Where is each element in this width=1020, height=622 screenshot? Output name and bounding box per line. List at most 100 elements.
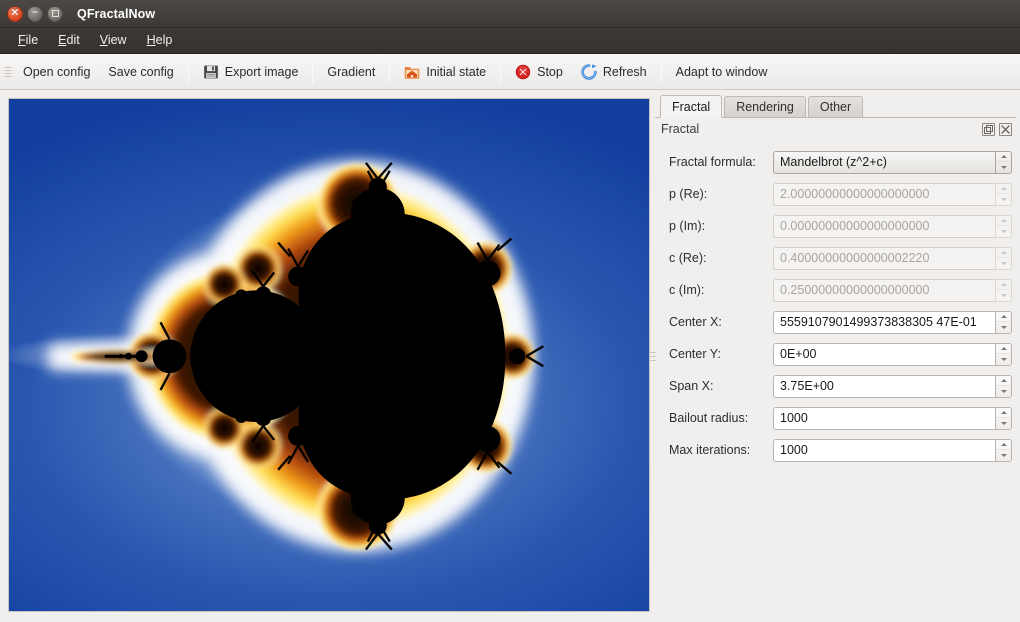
c-im-spinner	[995, 279, 1012, 302]
row-p-im: p (Im): 0.00000000000000000000	[669, 210, 1012, 242]
toolbar-separator-1	[188, 61, 189, 83]
toolbar-drag-handle[interactable]	[3, 61, 12, 83]
max-iterations-input[interactable]: 1000	[773, 439, 995, 462]
refresh-label: Refresh	[603, 65, 647, 79]
control-span-x: 3.75E+00	[773, 375, 1012, 398]
menu-file-rest: ile	[26, 33, 39, 47]
label-fractal-formula: Fractal formula:	[669, 155, 773, 169]
export-image-label: Export image	[225, 65, 299, 79]
minimize-icon: −	[32, 8, 38, 18]
bailout-radius-input[interactable]: 1000	[773, 407, 995, 430]
adapt-to-window-button[interactable]: Adapt to window	[667, 58, 777, 86]
toolbar-separator-3	[389, 61, 390, 83]
menu-edit[interactable]: Edit	[48, 30, 90, 51]
dock-title: Fractal	[661, 122, 978, 136]
dock-float-button[interactable]	[982, 123, 995, 136]
row-bailout-radius: Bailout radius: 1000	[669, 402, 1012, 434]
stop-circle-icon	[515, 64, 531, 80]
label-c-re: c (Re):	[669, 251, 773, 265]
control-bailout-radius: 1000	[773, 407, 1012, 430]
label-bailout-radius: Bailout radius:	[669, 411, 773, 425]
span-x-spinner[interactable]	[995, 375, 1012, 398]
adapt-to-window-label: Adapt to window	[676, 65, 768, 79]
open-config-label: Open config	[23, 65, 90, 79]
label-center-x: Center X:	[669, 315, 773, 329]
bailout-radius-spinner[interactable]	[995, 407, 1012, 430]
open-config-button[interactable]: Open config	[14, 58, 99, 86]
maximize-icon	[52, 10, 59, 17]
row-p-re: p (Re): 2.00000000000000000000	[669, 178, 1012, 210]
window-controls: ✕ −	[7, 6, 63, 22]
fractal-settings-form: Fractal formula: Mandelbrot (z^2+c) p (R…	[655, 140, 1016, 616]
main-body: Fractal Rendering Other Fractal	[0, 90, 1020, 622]
application-window: ✕ − QFractalNow File Edit View Help Open…	[0, 0, 1020, 622]
stop-button[interactable]: Stop	[506, 58, 572, 86]
menu-file[interactable]: File	[8, 30, 48, 51]
minimize-window-button[interactable]: −	[27, 6, 43, 22]
gradient-label: Gradient	[327, 65, 375, 79]
control-c-im: 0.25000000000000000000	[773, 279, 1012, 302]
refresh-button[interactable]: Refresh	[572, 58, 656, 86]
label-max-iterations: Max iterations:	[669, 443, 773, 457]
control-center-y: 0E+00	[773, 343, 1012, 366]
fractal-render-view[interactable]	[8, 98, 650, 612]
tab-fractal-label: Fractal	[672, 100, 710, 114]
mandelbrot-set-shape	[9, 99, 649, 611]
c-re-spinner	[995, 247, 1012, 270]
title-bar: ✕ − QFractalNow	[0, 0, 1020, 28]
max-iterations-spinner[interactable]	[995, 439, 1012, 462]
menu-help-rest: elp	[156, 33, 173, 47]
float-window-icon	[984, 125, 993, 134]
dock-close-button[interactable]	[999, 123, 1012, 136]
row-center-y: Center Y: 0E+00	[669, 338, 1012, 370]
menu-view-rest: iew	[108, 33, 127, 47]
fractal-formula-combobox[interactable]: Mandelbrot (z^2+c)	[773, 151, 995, 174]
close-window-button[interactable]: ✕	[7, 6, 23, 22]
center-y-input[interactable]: 0E+00	[773, 343, 995, 366]
center-x-input[interactable]: 5559107901499373838305 47E-01	[773, 311, 995, 334]
center-x-spinner[interactable]	[995, 311, 1012, 334]
floppy-save-icon	[203, 64, 219, 80]
tab-rendering[interactable]: Rendering	[724, 96, 806, 117]
save-config-button[interactable]: Save config	[99, 58, 182, 86]
maximize-window-button[interactable]	[47, 6, 63, 22]
p-im-spinner	[995, 215, 1012, 238]
control-c-re: 0.40000000000000002220	[773, 247, 1012, 270]
menu-view[interactable]: View	[90, 30, 137, 51]
c-re-input: 0.40000000000000002220	[773, 247, 995, 270]
label-p-re: p (Re):	[669, 187, 773, 201]
control-center-x: 5559107901499373838305 47E-01	[773, 311, 1012, 334]
export-image-button[interactable]: Export image	[194, 58, 308, 86]
main-toolbar: Open config Save config Export image Gra…	[0, 54, 1020, 90]
p-re-spinner	[995, 183, 1012, 206]
close-icon: ✕	[11, 8, 19, 18]
control-p-im: 0.00000000000000000000	[773, 215, 1012, 238]
toolbar-separator-4	[500, 61, 501, 83]
row-center-x: Center X: 5559107901499373838305 47E-01	[669, 306, 1012, 338]
p-re-input: 2.00000000000000000000	[773, 183, 995, 206]
toolbar-separator-2	[312, 61, 313, 83]
initial-state-button[interactable]: Initial state	[395, 58, 495, 86]
menu-help[interactable]: Help	[137, 30, 183, 51]
window-title: QFractalNow	[77, 7, 155, 21]
tab-fractal[interactable]: Fractal	[660, 95, 722, 118]
home-folder-icon	[404, 64, 420, 80]
save-config-label: Save config	[108, 65, 173, 79]
tab-other-label: Other	[820, 100, 851, 114]
canvas-container	[0, 90, 650, 622]
fractal-formula-combobox-arrows[interactable]	[995, 151, 1012, 174]
row-span-x: Span X: 3.75E+00	[669, 370, 1012, 402]
control-max-iterations: 1000	[773, 439, 1012, 462]
gradient-button[interactable]: Gradient	[318, 58, 384, 86]
tab-other[interactable]: Other	[808, 96, 863, 117]
label-center-y: Center Y:	[669, 347, 773, 361]
row-c-im: c (Im): 0.25000000000000000000	[669, 274, 1012, 306]
center-y-spinner[interactable]	[995, 343, 1012, 366]
refresh-arrow-icon	[581, 64, 597, 80]
c-im-input: 0.25000000000000000000	[773, 279, 995, 302]
label-p-im: p (Im):	[669, 219, 773, 233]
label-span-x: Span X:	[669, 379, 773, 393]
row-fractal-formula: Fractal formula: Mandelbrot (z^2+c)	[669, 146, 1012, 178]
span-x-input[interactable]: 3.75E+00	[773, 375, 995, 398]
stop-label: Stop	[537, 65, 563, 79]
